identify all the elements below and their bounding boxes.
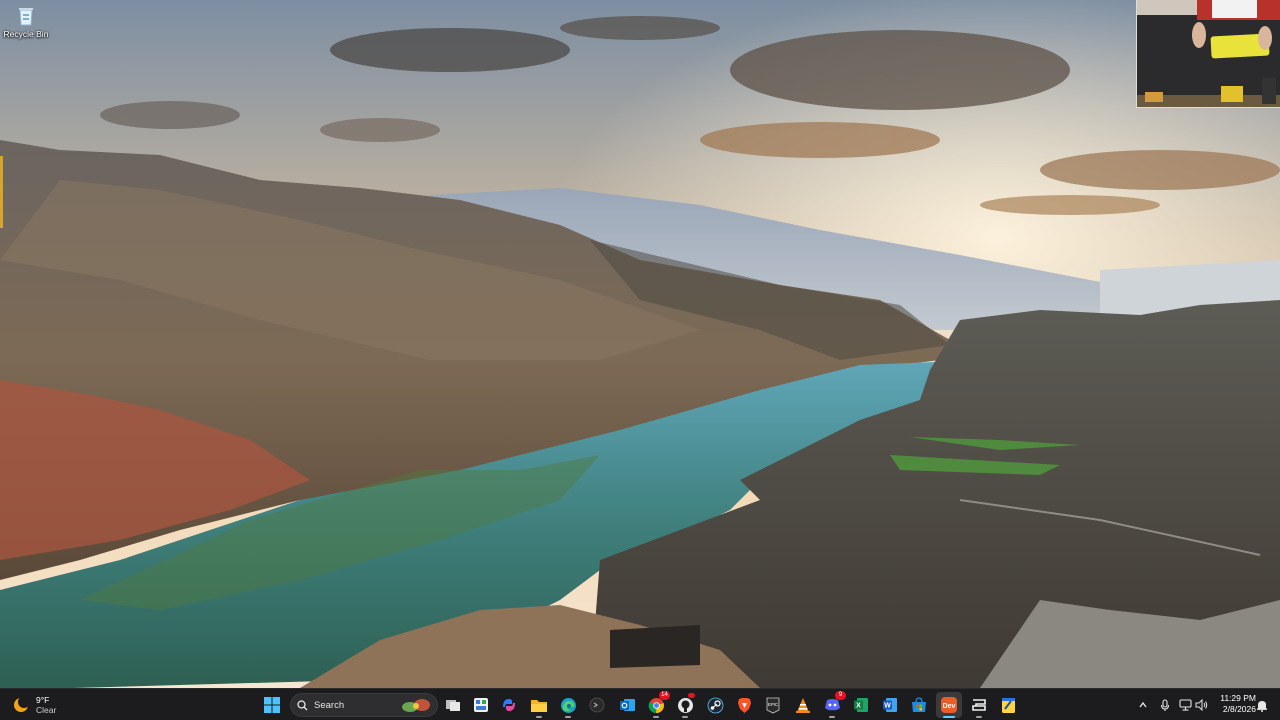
edge-panel-handle[interactable] [0,156,3,228]
taskbar-task-view[interactable] [440,692,466,718]
taskbar-outlook[interactable] [614,692,640,718]
running-indicator [536,716,542,718]
moon-weather-icon [14,696,30,712]
search-icon [297,699,308,710]
notification-badge: 14 [659,691,670,700]
webcam-feed [1137,0,1280,107]
excel-logo-text: X [856,703,861,710]
desktop-icon-recycle-bin[interactable]: Recycle Bin [2,4,50,39]
taskbar-copilot[interactable] [496,692,522,718]
taskbar: 9°F Clear Search 14 EPIC 9 X W Dev 11:29… [0,688,1280,720]
dev-app-logo-text: Dev [943,703,956,710]
copilot-icon [503,699,515,711]
taskbar-edge[interactable] [555,692,581,718]
running-indicator [682,716,688,718]
desktop-icon-label: Recycle Bin [3,29,49,39]
widgets-icon [474,698,488,712]
running-indicator [565,716,571,718]
brave-icon [737,697,751,713]
word-icon: W [883,698,897,712]
volume-icon [1195,699,1207,711]
tray-volume[interactable] [1193,692,1209,718]
taskbar-sticky-app[interactable] [995,692,1021,718]
excel-icon: X [854,698,868,712]
sticky-app-icon [1001,697,1015,713]
tray-microphone[interactable] [1157,692,1173,718]
running-indicator [653,716,659,718]
microphone-icon [1160,698,1170,711]
system-clock[interactable]: 11:29 PM 2/8/2026 [1212,693,1256,715]
folder-icon [531,699,547,712]
webcam-overlay [1136,0,1280,108]
clock-time: 11:29 PM [1220,693,1256,703]
recycle-bin-icon [19,8,33,26]
windows-start-icon [264,697,280,713]
taskbar-github[interactable] [672,692,698,718]
taskbar-word[interactable]: W [877,692,903,718]
taskbar-ms-store[interactable] [906,692,932,718]
running-indicator [829,716,835,718]
discord-icon [824,699,840,711]
tray-network[interactable] [1177,692,1193,718]
steam-icon [707,697,723,713]
notification-center-button[interactable] [1254,692,1270,718]
github-icon [677,697,693,713]
start-button[interactable] [259,692,285,718]
running-indicator [976,716,982,718]
weather-temp: 9°F [36,695,50,705]
chevron-up-icon [1139,701,1147,708]
weather-condition: Clear [36,705,57,715]
epic-games-icon: EPIC [766,697,780,713]
desktop[interactable]: Recycle Bin 9°F Clear Search 14 EPIC 9 X… [0,0,1280,720]
taskbar-vlc[interactable] [790,692,816,718]
taskbar-discord[interactable]: 9 [819,691,846,718]
notification-badge [688,693,695,698]
search-highlight-icon [402,699,430,712]
taskbar-brave[interactable] [731,692,757,718]
taskbar-chrome[interactable]: 14 [643,691,670,718]
vlc-icon [796,697,810,713]
taskbar-terminal[interactable] [584,692,610,718]
store-icon [912,697,926,712]
dev-app-icon: Dev [941,697,957,713]
outlook-icon [619,699,635,711]
running-indicator [943,716,955,718]
network-icon [1178,699,1192,711]
wallpaper [0,0,1280,720]
taskbar-capcut[interactable] [966,692,992,718]
taskbar-epic-games[interactable]: EPIC [760,692,786,718]
task-view-icon [446,700,460,711]
tray-overflow-button[interactable] [1135,692,1151,718]
terminal-icon [589,697,605,713]
capcut-icon [972,699,986,711]
notification-badge: 9 [835,691,846,700]
epic-games-logo-text: EPIC [768,702,778,707]
search-label: Search [314,699,345,711]
notification-bell-icon [1257,700,1267,712]
taskbar-file-explorer[interactable] [526,692,552,718]
taskbar-excel[interactable]: X [848,692,874,718]
taskbar-widgets[interactable] [468,692,494,718]
word-logo-text: W [884,703,891,710]
taskbar-search[interactable]: Search [290,693,438,717]
taskbar-steam[interactable] [702,692,728,718]
weather-widget[interactable]: 9°F Clear [12,692,56,718]
edge-icon [560,697,576,713]
taskbar-dev-app[interactable]: Dev [936,692,962,718]
clock-date: 2/8/2026 [1222,704,1256,714]
